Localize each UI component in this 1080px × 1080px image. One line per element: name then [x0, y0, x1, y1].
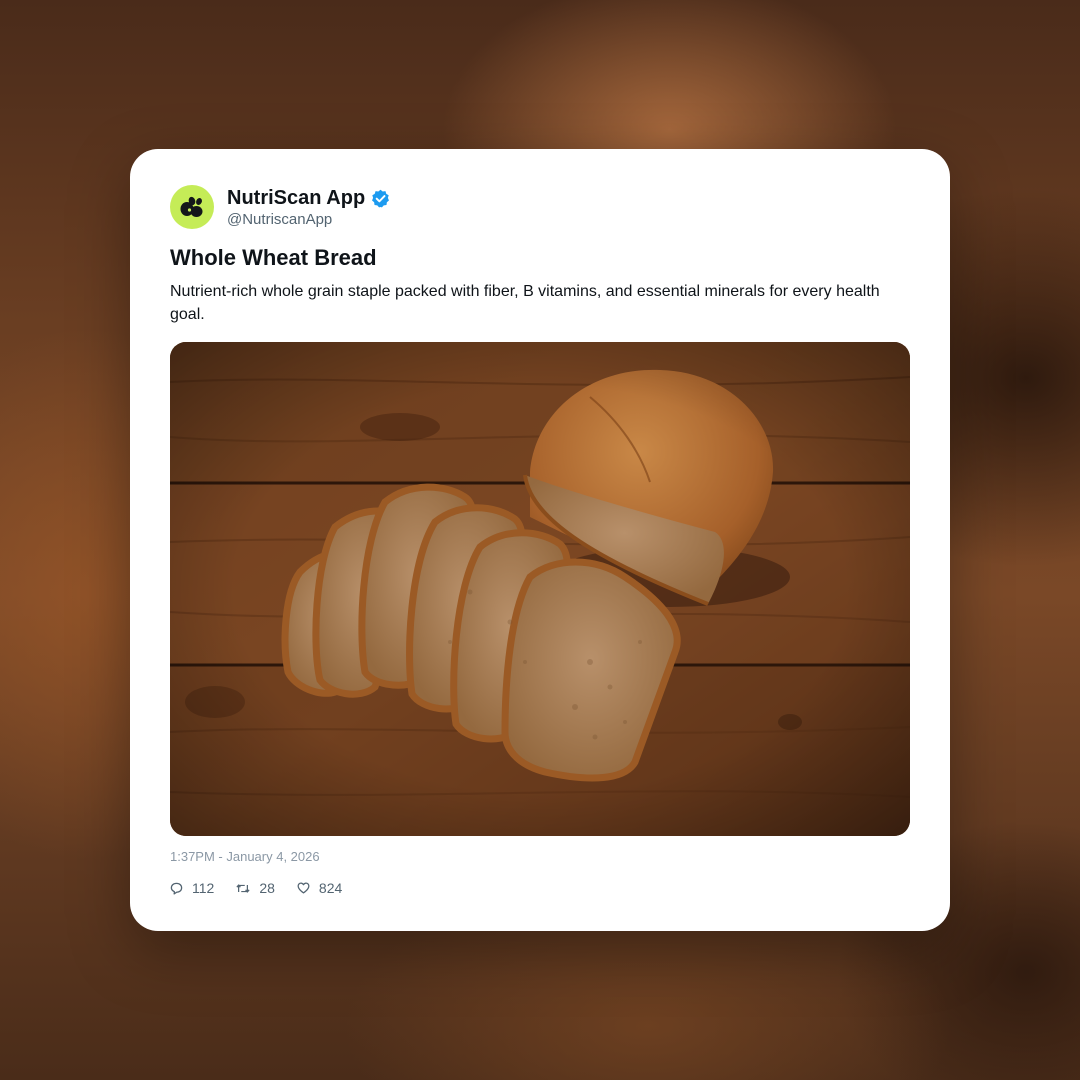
post-image[interactable] — [170, 342, 910, 836]
heart-icon — [297, 882, 310, 894]
post-title: Whole Wheat Bread — [170, 245, 377, 270]
repost-button[interactable]: 28 — [236, 880, 275, 896]
engagement-bar: 112 28 824 — [170, 880, 364, 896]
post-timestamp: 1:37PM - January 4, 2026 — [170, 849, 320, 864]
avatar[interactable] — [170, 185, 214, 229]
post-description: Nutrient-rich whole grain staple packed … — [170, 283, 880, 323]
repost-count: 28 — [259, 880, 275, 896]
reply-button[interactable]: 112 — [170, 880, 214, 896]
leaf-logo-icon — [180, 196, 203, 217]
author-handle[interactable]: @NutriscanApp — [227, 211, 390, 228]
post-card: NutriScan App @NutriscanApp Whole Wheat … — [130, 149, 950, 931]
like-button[interactable]: 824 — [297, 880, 342, 896]
post-header: NutriScan App @NutriscanApp — [170, 185, 390, 229]
comment-icon — [170, 882, 183, 895]
reply-count: 112 — [192, 880, 215, 896]
like-count: 824 — [318, 880, 343, 896]
bread-photo-illustration — [170, 342, 910, 836]
repost-icon — [236, 883, 250, 893]
display-name[interactable]: NutriScan App — [227, 187, 365, 210]
name-row: NutriScan App — [227, 186, 390, 210]
author-info: NutriScan App @NutriscanApp — [227, 186, 390, 228]
verified-badge-icon — [372, 189, 390, 207]
